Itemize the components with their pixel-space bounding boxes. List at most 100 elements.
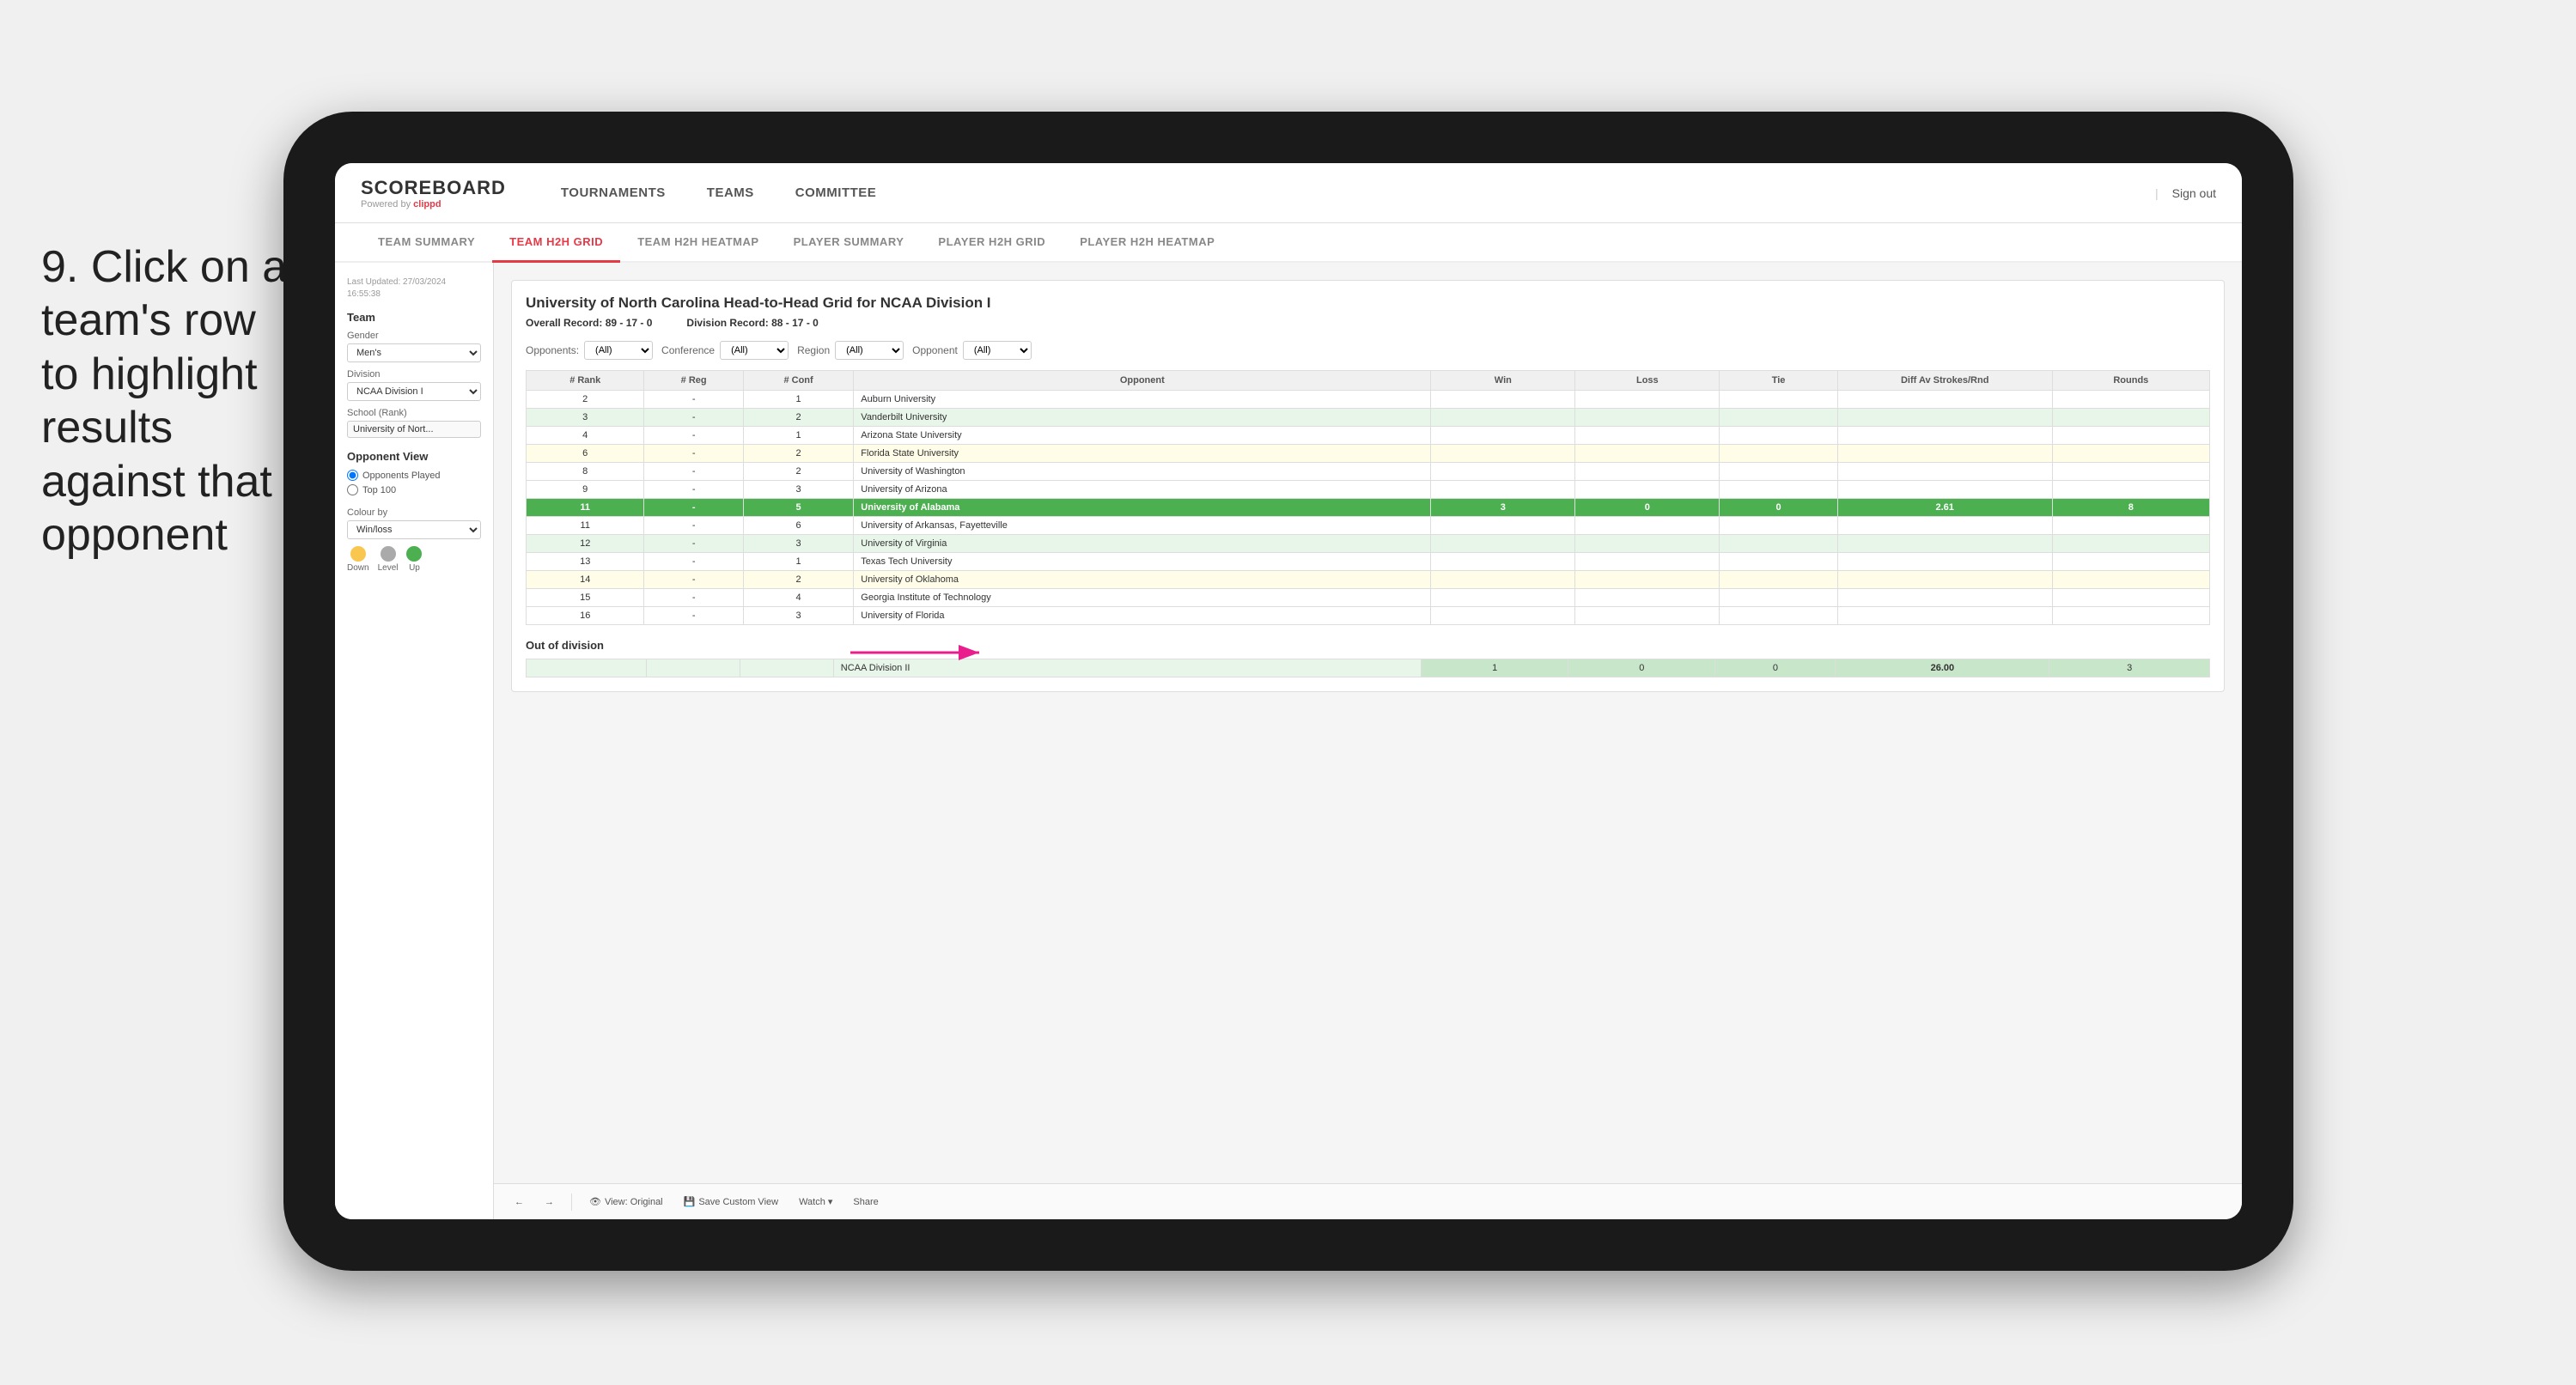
table-row[interactable]: 3 - 2 Vanderbilt University (527, 409, 2210, 427)
td-conf: 3 (743, 481, 853, 499)
td-win (1431, 409, 1575, 427)
table-row[interactable]: 11 - 5 University of Alabama 3 0 0 2.61 … (527, 499, 2210, 517)
td-reg: - (644, 553, 743, 571)
table-row[interactable]: 11 - 6 University of Arkansas, Fayettevi… (527, 517, 2210, 535)
td-diff (1837, 607, 2052, 625)
table-row[interactable]: 13 - 1 Texas Tech University (527, 553, 2210, 571)
td-conf: 1 (743, 427, 853, 445)
td-rounds (2052, 427, 2209, 445)
opponent-view-section: Opponent View Opponents Played Top 100 (347, 450, 481, 495)
td-win: 3 (1431, 499, 1575, 517)
td-diff (1837, 427, 2052, 445)
school-rank-input[interactable]: University of Nort... (347, 421, 481, 438)
h2h-table: # Rank # Reg # Conf Opponent Win Loss Ti… (526, 370, 2210, 625)
region-select[interactable]: (All) (835, 341, 904, 360)
table-row[interactable]: 9 - 3 University of Arizona (527, 481, 2210, 499)
table-row[interactable]: 6 - 2 Florida State University (527, 445, 2210, 463)
last-updated: Last Updated: 27/03/2024 16:55:38 (347, 276, 481, 301)
eye-icon: 👁 (589, 1196, 601, 1207)
td-reg: - (644, 517, 743, 535)
td-win (1431, 517, 1575, 535)
toolbar-share[interactable]: Share (846, 1194, 885, 1211)
td-diff (1837, 445, 2052, 463)
overall-record: Overall Record: 89 - 17 - 0 (526, 317, 652, 329)
out-of-division-row[interactable]: NCAA Division II 1 0 0 26.00 3 (527, 659, 2210, 677)
table-row[interactable]: 2 - 1 Auburn University (527, 391, 2210, 409)
sub-nav-team-h2h-grid[interactable]: TEAM H2H GRID (492, 223, 620, 263)
sub-nav-player-summary[interactable]: PLAYER SUMMARY (776, 223, 922, 263)
opponents-filter: Opponents: (All) (526, 341, 653, 360)
td-conf: 1 (743, 553, 853, 571)
legend-items: Down Level Up (347, 546, 481, 573)
toolbar-undo[interactable]: ← (508, 1194, 531, 1211)
td-reg: - (644, 445, 743, 463)
gender-select[interactable]: Men's (347, 343, 481, 362)
down-dot (350, 546, 366, 562)
table-row[interactable]: 12 - 3 University of Virginia (527, 535, 2210, 553)
grid-container: University of North Carolina Head-to-Hea… (511, 280, 2225, 692)
th-reg: # Reg (644, 371, 743, 391)
th-tie: Tie (1720, 371, 1837, 391)
toolbar-view-original[interactable]: 👁 View: Original (582, 1193, 670, 1211)
sign-out-link[interactable]: Sign out (2172, 186, 2216, 200)
td-diff (1837, 391, 2052, 409)
th-win: Win (1431, 371, 1575, 391)
td-conf: 3 (743, 607, 853, 625)
td-win (1431, 445, 1575, 463)
table-row[interactable]: 14 - 2 University of Oklahoma (527, 571, 2210, 589)
td-opponent: University of Oklahoma (854, 571, 1431, 589)
nav-committee[interactable]: COMMITTEE (775, 163, 898, 223)
content-area: University of North Carolina Head-to-Hea… (494, 263, 2242, 1219)
td-rounds (2052, 571, 2209, 589)
nav-tournaments[interactable]: TOURNAMENTS (540, 163, 686, 223)
td-rounds (2052, 409, 2209, 427)
ood-rounds: 3 (2049, 659, 2210, 677)
td-opponent: University of Arizona (854, 481, 1431, 499)
td-win (1431, 463, 1575, 481)
td-tie (1720, 535, 1837, 553)
td-opponent: University of Virginia (854, 535, 1431, 553)
radio-opponents-played[interactable]: Opponents Played (347, 470, 481, 481)
th-diff: Diff Av Strokes/Rnd (1837, 371, 2052, 391)
td-rounds (2052, 391, 2209, 409)
td-reg: - (644, 589, 743, 607)
table-row[interactable]: 8 - 2 University of Washington (527, 463, 2210, 481)
td-tie (1720, 571, 1837, 589)
radio-top-100[interactable]: Top 100 (347, 484, 481, 495)
opponent-select[interactable]: (All) (963, 341, 1032, 360)
table-row[interactable]: 16 - 3 University of Florida (527, 607, 2210, 625)
td-loss (1575, 481, 1720, 499)
sub-nav-player-h2h-heatmap[interactable]: PLAYER H2H HEATMAP (1063, 223, 1232, 263)
table-row[interactable]: 15 - 4 Georgia Institute of Technology (527, 589, 2210, 607)
th-loss: Loss (1575, 371, 1720, 391)
td-conf: 2 (743, 463, 853, 481)
sub-nav-player-h2h-grid[interactable]: PLAYER H2H GRID (921, 223, 1063, 263)
td-rank: 11 (527, 499, 644, 517)
division-select[interactable]: NCAA Division I (347, 382, 481, 401)
th-opponent: Opponent (854, 371, 1431, 391)
step-number: 9. (41, 242, 78, 292)
td-win (1431, 481, 1575, 499)
sub-nav-team-summary[interactable]: TEAM SUMMARY (361, 223, 492, 263)
out-of-division-table: NCAA Division II 1 0 0 26.00 3 (526, 659, 2210, 677)
toolbar-save-custom[interactable]: 💾 Save Custom View (677, 1193, 785, 1211)
td-loss: 0 (1575, 499, 1720, 517)
td-diff: 2.61 (1837, 499, 2052, 517)
ood-reg (647, 659, 740, 677)
nav-teams[interactable]: TEAMS (686, 163, 775, 223)
conference-select[interactable]: (All) (720, 341, 789, 360)
division-record: Division Record: 88 - 17 - 0 (686, 317, 818, 329)
td-rounds (2052, 589, 2209, 607)
table-row[interactable]: 4 - 1 Arizona State University (527, 427, 2210, 445)
sub-nav-team-h2h-heatmap[interactable]: TEAM H2H HEATMAP (620, 223, 776, 263)
td-loss (1575, 391, 1720, 409)
toolbar-watch[interactable]: Watch ▾ (792, 1193, 839, 1211)
td-rounds (2052, 553, 2209, 571)
td-opponent: Georgia Institute of Technology (854, 589, 1431, 607)
td-conf: 6 (743, 517, 853, 535)
td-opponent: University of Florida (854, 607, 1431, 625)
td-diff (1837, 535, 2052, 553)
opponents-select[interactable]: (All) (584, 341, 653, 360)
toolbar-redo[interactable]: → (538, 1194, 561, 1211)
colour-by-select[interactable]: Win/loss (347, 520, 481, 539)
